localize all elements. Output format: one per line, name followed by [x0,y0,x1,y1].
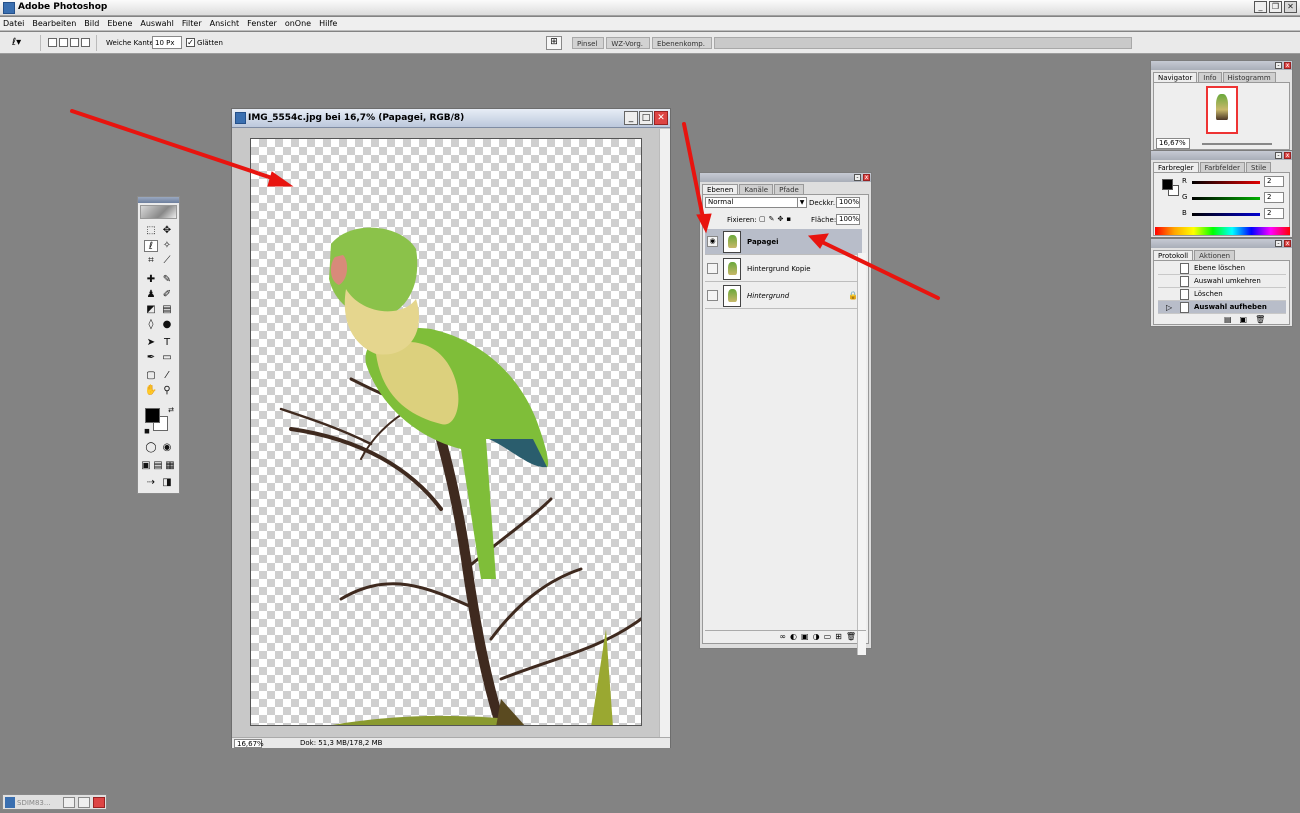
arrow-to-layer [820,240,940,300]
arrow-head [696,213,712,234]
annotation-arrows [70,109,940,300]
arrow-head [267,171,294,187]
arrow-to-canvas [70,109,280,182]
arrow-head [807,233,829,249]
arrow-to-eye [682,122,705,220]
